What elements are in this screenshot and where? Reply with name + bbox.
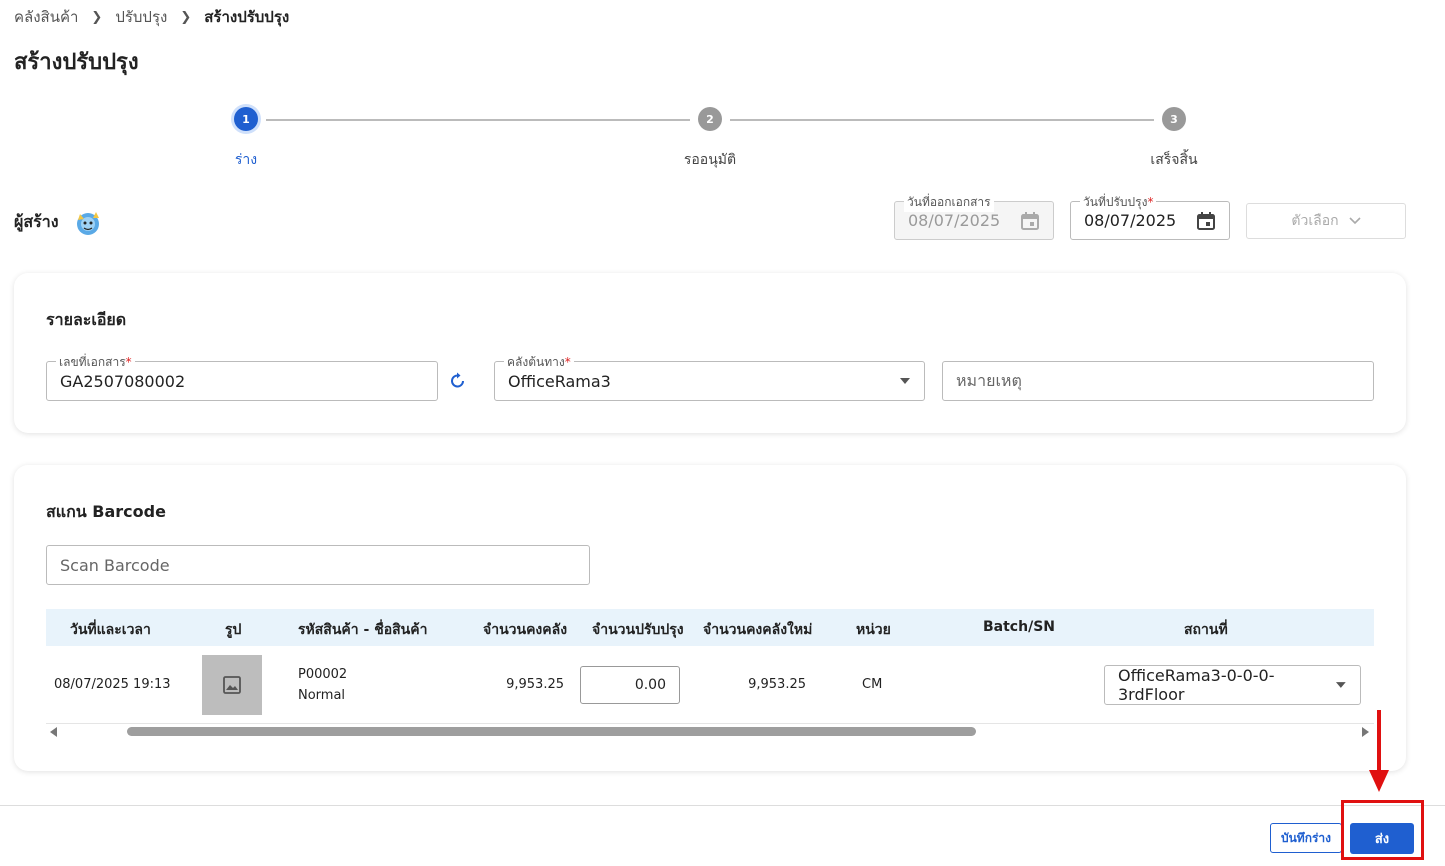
creator-label: ผู้สร้าง — [14, 212, 59, 231]
row-datetime: 08/07/2025 19:13 — [54, 677, 171, 692]
adjust-date-label: วันที่ปรับปรุง* — [1080, 193, 1157, 212]
row-product-name: Normal — [298, 688, 346, 703]
options-button[interactable]: ตัวเลือก — [1246, 203, 1406, 239]
header-datetime: วันที่และเวลา — [70, 622, 151, 638]
page-title: สร้างปรับปรุง — [14, 50, 139, 75]
step-2-indicator: 2 — [698, 107, 722, 131]
row-stock: 9,953.25 — [506, 677, 564, 692]
details-title: รายละเอียด — [46, 310, 127, 329]
breadcrumb-adjust[interactable]: ปรับปรุง — [115, 5, 167, 29]
scan-title: สแกน Barcode — [46, 502, 166, 521]
calendar-icon — [1021, 211, 1039, 230]
header-new-stock: จำนวนคงคลังใหม่ — [703, 622, 813, 638]
details-card — [14, 273, 1406, 433]
adjust-date-value: 08/07/2025 — [1084, 211, 1177, 230]
header-unit: หน่วย — [856, 622, 891, 638]
adjust-qty-value: 0.00 — [634, 677, 666, 693]
header-location: สถานที่ — [1184, 622, 1228, 638]
chevron-right-icon: ❯ — [180, 9, 192, 25]
breadcrumb: คลังสินค้า ❯ ปรับปรุง ❯ สร้างปรับปรุง — [14, 5, 289, 29]
header-stock: จำนวนคงคลัง — [483, 622, 568, 638]
product-thumbnail — [202, 655, 262, 715]
chevron-right-icon: ❯ — [91, 9, 103, 25]
note-placeholder: หมายเหตุ — [956, 370, 1022, 390]
breadcrumb-current: สร้างปรับปรุง — [204, 8, 290, 26]
scroll-right-icon[interactable] — [1362, 727, 1369, 737]
header-product: รหัสสินค้า - ชื่อสินค้า — [298, 622, 428, 638]
calendar-icon[interactable] — [1196, 211, 1216, 231]
step-3-indicator: 3 — [1162, 107, 1186, 131]
scan-barcode-input[interactable]: Scan Barcode — [46, 545, 590, 585]
avatar — [70, 204, 106, 240]
issue-date-value: 08/07/2025 — [908, 211, 1001, 230]
step-3-label: เสร็จสิ้น — [1150, 152, 1198, 168]
annotation-arrow-shaft — [1377, 710, 1381, 772]
image-placeholder-icon — [223, 676, 241, 694]
scroll-left-icon[interactable] — [50, 727, 57, 737]
adjust-qty-input[interactable]: 0.00 — [580, 666, 680, 704]
step-1-indicator: 1 — [234, 107, 258, 131]
stepper-connector — [730, 119, 1154, 121]
footer-divider — [0, 805, 1445, 806]
chevron-down-icon — [1349, 217, 1361, 225]
caret-down-icon — [900, 378, 910, 384]
annotation-highlight-box — [1341, 800, 1424, 860]
source-warehouse-value: OfficeRama3 — [508, 371, 611, 391]
step-1-label: ร่าง — [234, 152, 258, 168]
row-unit: CM — [862, 677, 883, 692]
options-label: ตัวเลือก — [1291, 213, 1339, 229]
header-image: รูป — [225, 622, 242, 638]
save-draft-button[interactable]: บันทึกร่าง — [1270, 823, 1342, 853]
row-product-code: P00002 — [298, 667, 348, 682]
doc-number-value: GA2507080002 — [60, 371, 186, 391]
location-select[interactable]: OfficeRama3-0-0-0-3rdFloor — [1104, 665, 1361, 705]
location-value: OfficeRama3-0-0-0-3rdFloor — [1118, 666, 1275, 704]
scrollbar-thumb[interactable] — [127, 727, 976, 736]
source-warehouse-label: คลังต้นทาง* — [504, 353, 574, 372]
scan-barcode-placeholder: Scan Barcode — [60, 555, 170, 575]
step-2-label: รออนุมัติ — [683, 152, 737, 168]
header-adjust-qty: จำนวนปรับปรุง — [592, 622, 684, 638]
header-batch: Batch/SN — [983, 619, 1055, 635]
caret-down-icon — [1336, 682, 1347, 688]
annotation-arrow-icon — [1369, 770, 1389, 792]
note-input[interactable]: หมายเหตุ — [942, 361, 1374, 401]
refresh-icon[interactable] — [448, 371, 468, 391]
breadcrumb-warehouse[interactable]: คลังสินค้า — [14, 5, 78, 29]
issue-date-label: วันที่ออกเอกสาร — [904, 193, 994, 212]
row-new-stock: 9,953.25 — [748, 677, 806, 692]
doc-number-label: เลขที่เอกสาร* — [56, 353, 135, 372]
stepper-connector — [266, 119, 690, 121]
